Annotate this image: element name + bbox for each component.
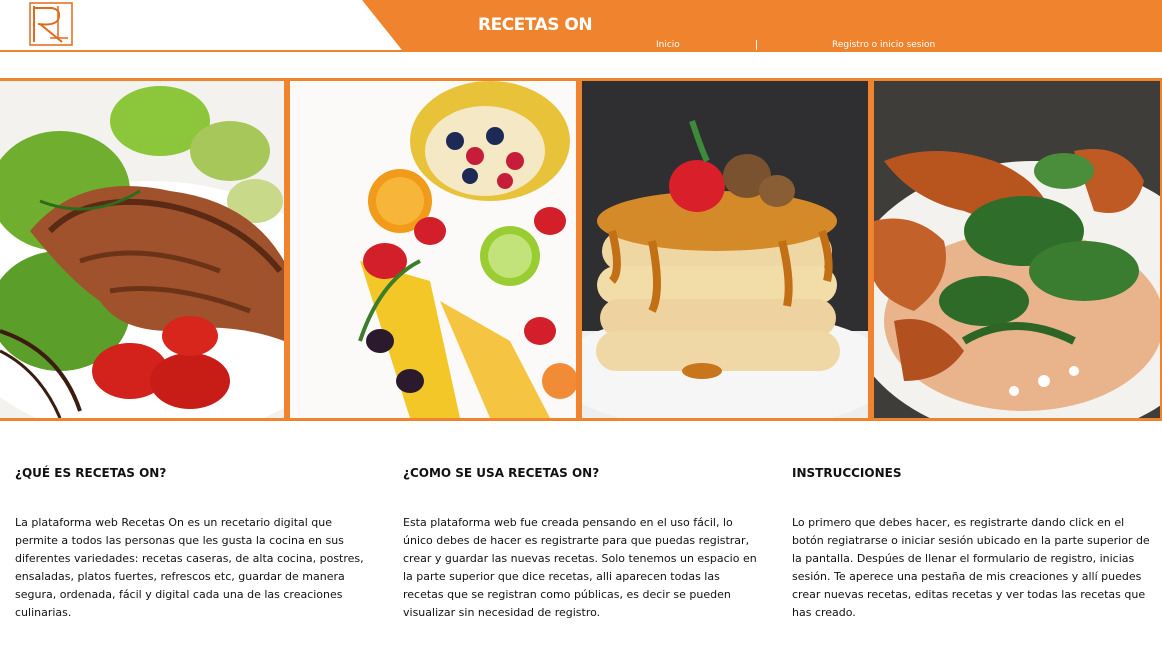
section-what-is: ¿QUÉ ES RECETAS ON? La plataforma web Re…: [15, 466, 375, 622]
chicken-salad-photo: [874, 81, 1160, 418]
section-body: Esta plataforma web fue creada pensando …: [403, 516, 757, 619]
section-title: INSTRUCCIONES: [792, 466, 902, 480]
section-instructions: INSTRUCCIONES Lo primero que debes hacer…: [792, 466, 1152, 622]
food-gallery: [0, 78, 1162, 421]
site-header: RECETAS ON Inicio Registro o inicio sesi…: [0, 0, 1162, 52]
nav-home-link[interactable]: Inicio: [656, 40, 680, 50]
section-body: Lo primero que debes hacer, es registrar…: [792, 516, 1150, 619]
pancake-stack-photo: [582, 81, 868, 418]
logo-mark-icon: [29, 2, 73, 46]
nav-register-login-link[interactable]: Registro o inicio sesion: [832, 40, 935, 50]
grilled-salmon-salad-photo: [0, 81, 284, 418]
section-title: ¿QUÉ ES RECETAS ON?: [15, 466, 167, 480]
section-how-to-use: ¿COMO SE USA RECETAS ON? Esta plataforma…: [403, 466, 763, 622]
section-title: ¿COMO SE USA RECETAS ON?: [403, 466, 600, 480]
site-logo[interactable]: [28, 2, 74, 46]
site-title: RECETAS ON: [478, 15, 593, 35]
nav-separator: [756, 40, 757, 50]
section-body: La plataforma web Recetas On es un recet…: [15, 516, 364, 619]
header-divider: [0, 50, 1162, 52]
fruit-platter-photo: [290, 81, 576, 418]
